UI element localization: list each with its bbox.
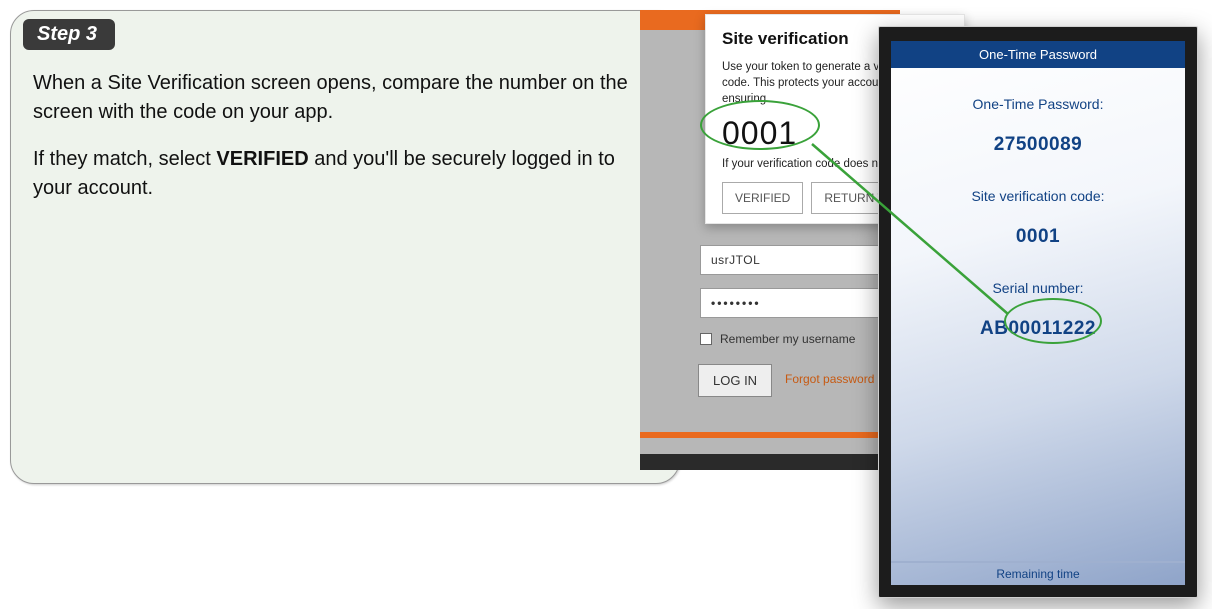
- forgot-password-link[interactable]: Forgot password: [785, 372, 874, 386]
- site-code-value: 0001: [891, 226, 1185, 248]
- instruction-line-2-pre: If they match, select: [33, 148, 216, 170]
- username-field[interactable]: usrJTOL: [700, 245, 900, 275]
- remember-username-checkbox[interactable]: Remember my username: [700, 332, 855, 346]
- phone-screen: One-Time Password One-Time Password: 275…: [891, 41, 1185, 585]
- instruction-body: When a Site Verification screen opens, c…: [33, 69, 653, 221]
- remember-label: Remember my username: [720, 332, 855, 346]
- phone-app-title: One-Time Password: [891, 41, 1185, 68]
- instruction-line-1: When a Site Verification screen opens, c…: [33, 69, 653, 127]
- phone-footer: Remaining time: [891, 561, 1185, 585]
- checkbox-icon: [700, 333, 712, 345]
- instruction-card: Step 3 When a Site Verification screen o…: [10, 10, 680, 484]
- verified-button[interactable]: VERIFIED: [722, 182, 803, 214]
- instruction-line-2: If they match, select VERIFIED and you'l…: [33, 145, 653, 203]
- instruction-line-2-bold: VERIFIED: [216, 148, 308, 170]
- phone-mockup: One-Time Password One-Time Password: 275…: [878, 26, 1198, 598]
- step-badge: Step 3: [23, 19, 115, 50]
- otp-label: One-Time Password:: [891, 96, 1185, 112]
- serial-label: Serial number:: [891, 280, 1185, 296]
- otp-value: 27500089: [891, 134, 1185, 156]
- brand-stripe-bottom: [640, 432, 900, 438]
- serial-value: AB00011222: [891, 318, 1185, 340]
- site-code-label: Site verification code:: [891, 188, 1185, 204]
- password-field[interactable]: ••••••••: [700, 288, 900, 318]
- login-button[interactable]: LOG IN: [698, 364, 772, 397]
- phone-body: One-Time Password: 27500089 Site verific…: [891, 68, 1185, 561]
